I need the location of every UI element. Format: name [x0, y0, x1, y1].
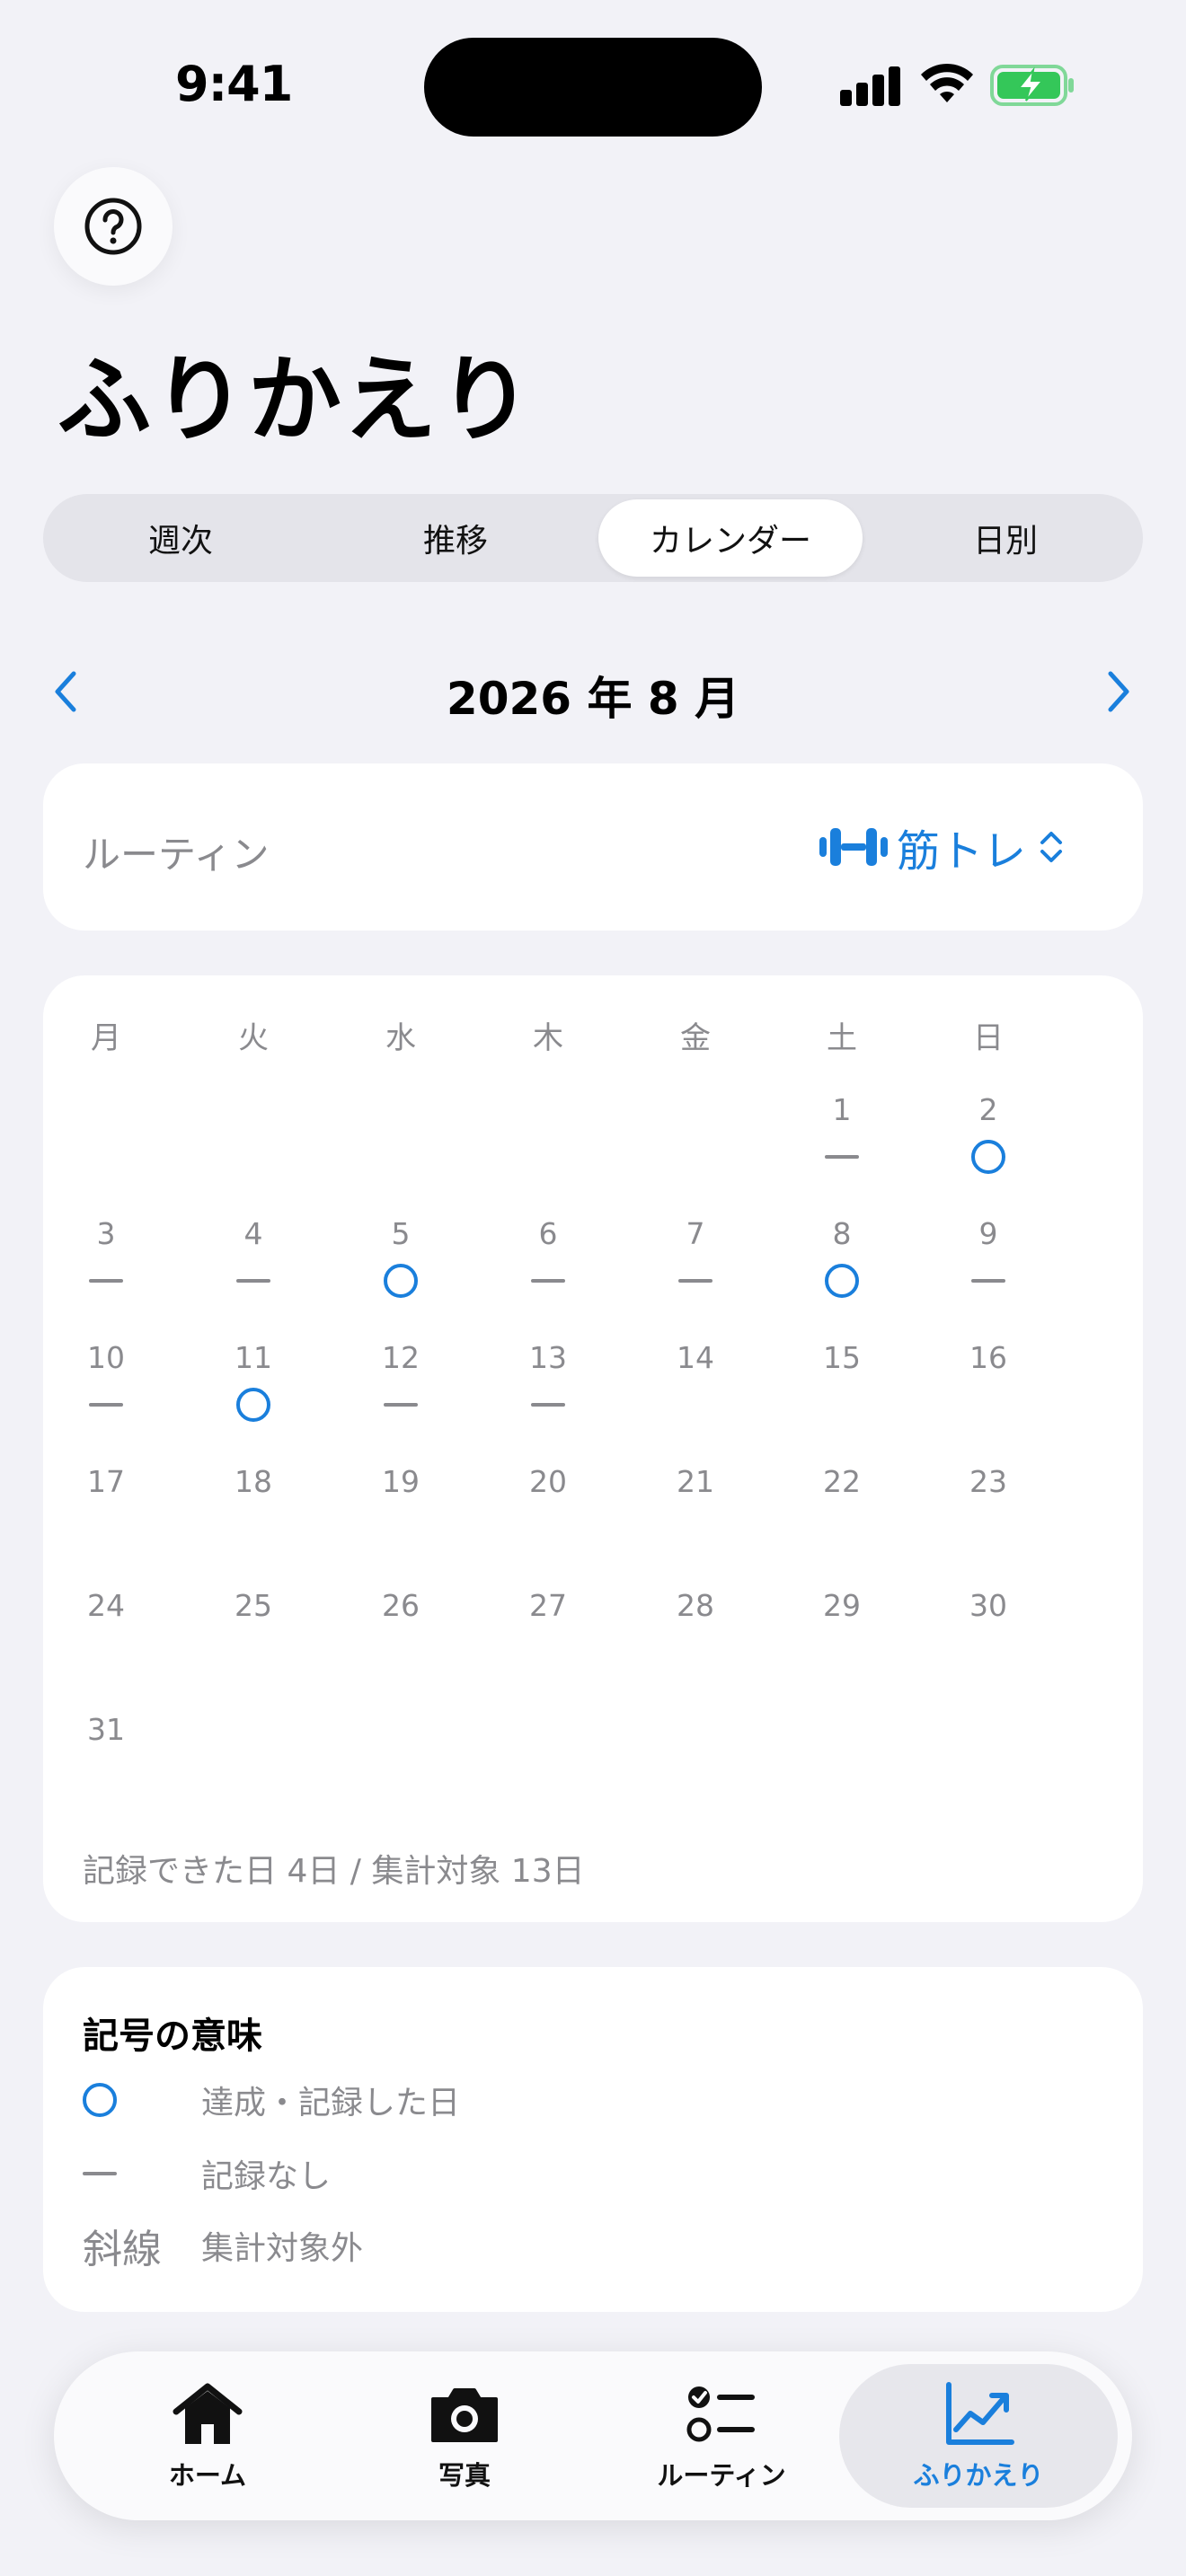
calendar-day[interactable]: 26 — [356, 1588, 446, 1623]
calendar-day[interactable]: 22 — [797, 1464, 887, 1499]
calendar-day[interactable]: 31 — [61, 1712, 151, 1747]
battery-charging-icon — [990, 65, 1074, 106]
calendar-day[interactable]: 2 — [943, 1092, 1033, 1127]
weekday-label: 金 — [680, 1020, 711, 1056]
weekday-label: 月 — [91, 1020, 121, 1056]
month-label: 2026 年 8 月 — [446, 673, 740, 725]
legend-title: 記号の意味 — [83, 2016, 262, 2057]
tab-label: 写真 — [438, 2460, 491, 2491]
calendar-day[interactable]: 21 — [651, 1464, 740, 1499]
tab-photos[interactable]: 写真 — [325, 2364, 604, 2508]
cellular-signal-icon — [840, 65, 901, 106]
view-segmented-control: 週次 推移 カレンダー 日別 — [43, 494, 1143, 582]
circle-mark-icon — [943, 1139, 1033, 1175]
calendar-day[interactable]: 9 — [943, 1216, 1033, 1251]
tab-routine[interactable]: ルーティン — [582, 2364, 861, 2508]
routine-label: ルーティン — [83, 833, 270, 877]
calendar-day[interactable]: 25 — [208, 1588, 298, 1623]
status-time: 9:41 — [175, 56, 293, 112]
calendar-day[interactable]: 14 — [651, 1340, 740, 1375]
calendar-summary: 記録できた日 4日 / 集計対象 13日 — [83, 1853, 585, 1890]
tab-label: ふりかえり — [913, 2460, 1044, 2491]
circle-mark-icon — [83, 2083, 117, 2117]
calendar-day[interactable]: 18 — [208, 1464, 298, 1499]
calendar-day[interactable]: 6 — [503, 1216, 593, 1251]
segment-calendar[interactable]: カレンダー — [598, 499, 863, 577]
calendar-day[interactable]: 5 — [356, 1216, 446, 1251]
calendar-day[interactable]: 16 — [943, 1340, 1033, 1375]
dynamic-island — [424, 38, 762, 137]
legend-row-none: 記録なし — [83, 2147, 331, 2201]
calendar-day[interactable]: 13 — [503, 1340, 593, 1375]
dumbbell-icon — [819, 828, 888, 866]
dash-mark-icon — [208, 1263, 298, 1299]
legend-text: 達成・記録した日 — [201, 2085, 461, 2122]
legend-row-achieved: 達成・記録した日 — [83, 2073, 460, 2127]
routine-selected-label: 筋トレ — [897, 826, 1027, 877]
routine-picker[interactable]: 筋トレ — [818, 817, 1069, 877]
calendar-day[interactable]: 24 — [61, 1588, 151, 1623]
chevron-left-icon[interactable] — [47, 665, 86, 719]
calendar-day[interactable]: 12 — [356, 1340, 446, 1375]
calendar-day[interactable]: 23 — [943, 1464, 1033, 1499]
calendar-day[interactable]: 20 — [503, 1464, 593, 1499]
calendar-day[interactable]: 10 — [61, 1340, 151, 1375]
weekday-label: 水 — [385, 1020, 416, 1056]
help-button[interactable] — [54, 167, 173, 286]
chart-icon — [946, 2382, 1014, 2445]
chevron-up-down-icon — [1040, 832, 1063, 862]
circle-mark-icon — [356, 1263, 446, 1299]
circle-mark-icon — [208, 1387, 298, 1423]
dash-mark-icon — [503, 1387, 593, 1423]
chevron-right-icon[interactable] — [1098, 665, 1137, 719]
calendar-day[interactable]: 15 — [797, 1340, 887, 1375]
dash-mark-icon — [61, 1387, 151, 1423]
weekday-label: 土 — [827, 1020, 857, 1056]
weekday-label: 日 — [973, 1020, 1004, 1056]
legend-text: 集計対象外 — [201, 2230, 364, 2267]
calendar-day[interactable]: 17 — [61, 1464, 151, 1499]
dash-mark-icon — [651, 1263, 740, 1299]
calendar-day[interactable]: 3 — [61, 1216, 151, 1251]
dash-mark-icon — [83, 2172, 117, 2175]
legend-text: 記録なし — [201, 2158, 332, 2195]
dash-mark-icon — [797, 1139, 887, 1175]
calendar-day[interactable]: 27 — [503, 1588, 593, 1623]
house-icon — [173, 2383, 243, 2444]
checklist-icon — [686, 2386, 755, 2442]
calendar-day[interactable]: 28 — [651, 1588, 740, 1623]
question-mark-icon — [84, 198, 142, 255]
calendar-day[interactable]: 1 — [797, 1092, 887, 1127]
calendar-day[interactable]: 7 — [651, 1216, 740, 1251]
calendar-day[interactable]: 8 — [797, 1216, 887, 1251]
weekday-label: 火 — [238, 1020, 269, 1056]
tab-label: ホーム — [168, 2460, 247, 2491]
calendar-day[interactable]: 4 — [208, 1216, 298, 1251]
tab-label: ルーティン — [657, 2460, 786, 2491]
dash-mark-icon — [356, 1387, 446, 1423]
tab-review[interactable]: ふりかえり — [839, 2364, 1118, 2508]
dash-mark-icon — [943, 1263, 1033, 1299]
dash-mark-icon — [61, 1263, 151, 1299]
legend-row-excluded: 斜線 集計対象外 — [83, 2219, 363, 2272]
calendar-day[interactable]: 29 — [797, 1588, 887, 1623]
dash-mark-icon — [503, 1263, 593, 1299]
segment-trend[interactable]: 推移 — [323, 499, 588, 577]
circle-mark-icon — [797, 1263, 887, 1299]
camera-icon — [431, 2388, 498, 2442]
calendar-day[interactable]: 19 — [356, 1464, 446, 1499]
calendar-day[interactable]: 30 — [943, 1588, 1033, 1623]
tab-home[interactable]: ホーム — [68, 2364, 347, 2508]
segment-daily[interactable]: 日別 — [873, 499, 1137, 577]
weekday-label: 木 — [533, 1020, 563, 1056]
page-title: ふりかえり — [58, 345, 535, 454]
wifi-icon — [921, 63, 973, 102]
calendar-day[interactable]: 11 — [208, 1340, 298, 1375]
legend-symbol-hatched: 斜線 — [83, 2227, 162, 2272]
segment-weekly[interactable]: 週次 — [49, 499, 313, 577]
